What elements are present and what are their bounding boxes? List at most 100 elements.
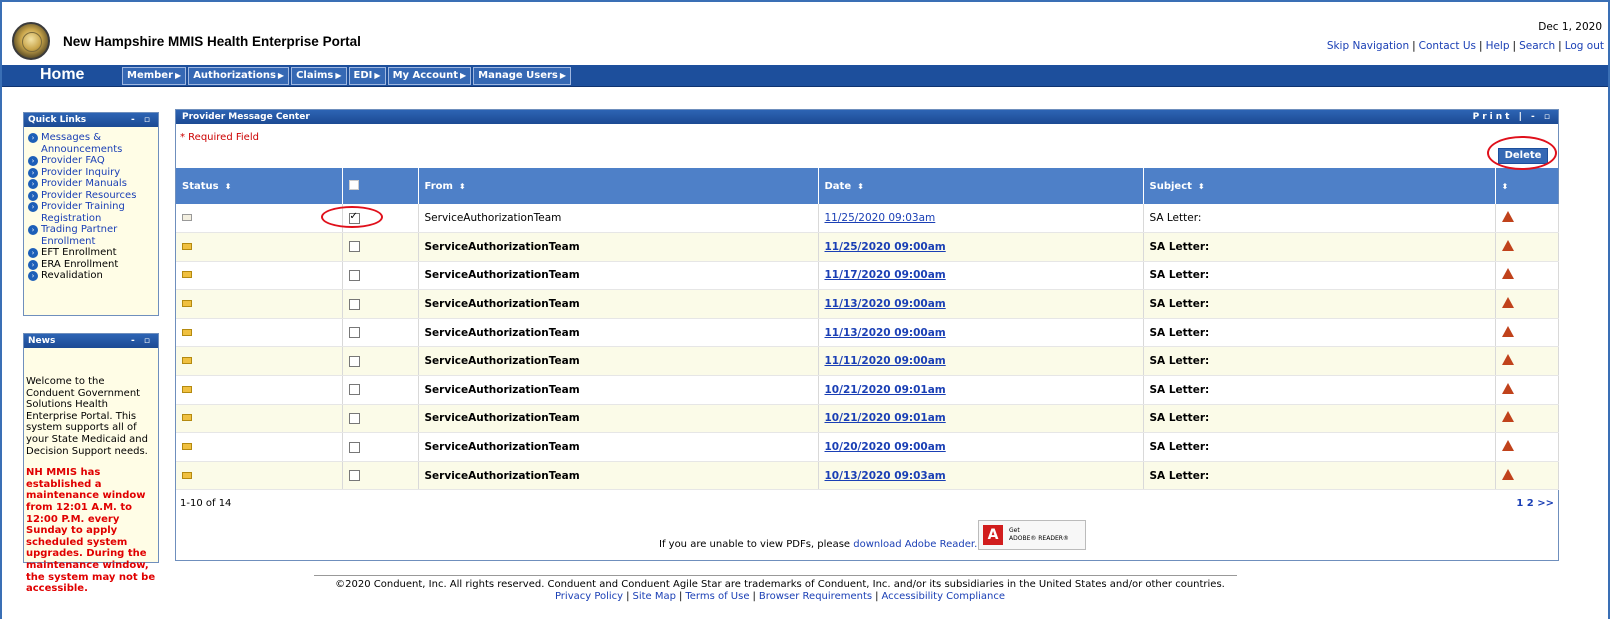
status-cell xyxy=(176,261,343,291)
accessibility-compliance-link[interactable]: Accessibility Compliance xyxy=(881,591,1005,602)
table-row[interactable]: ServiceAuthorizationTeam 10/21/2020 09:01… xyxy=(176,404,1559,434)
quick-link-provider-inquiry[interactable]: › Provider Inquiry xyxy=(28,167,156,179)
contact-us-link[interactable]: Contact Us xyxy=(1419,40,1476,52)
quick-link-provider-resources[interactable]: › Provider Resources xyxy=(28,190,156,202)
table-row[interactable]: ServiceAuthorizationTeam 11/13/2020 09:00… xyxy=(176,318,1559,348)
annotation-circle-checkbox xyxy=(321,206,383,228)
date-cell: 11/11/2020 09:00am xyxy=(818,346,1144,377)
print-link[interactable]: Print | xyxy=(1473,112,1525,122)
message-date-link[interactable]: 10/21/2020 09:01am xyxy=(825,412,946,424)
message-date-link[interactable]: 11/25/2020 09:03am xyxy=(825,212,936,224)
table-row[interactable]: ServiceAuthorizationTeam 11/17/2020 09:00… xyxy=(176,261,1559,291)
panel-controls-icon[interactable]: - ▫ xyxy=(131,113,153,127)
subject-column-header[interactable]: Subject ⬍ xyxy=(1143,168,1496,204)
message-date-link[interactable]: 10/13/2020 09:03am xyxy=(825,470,946,482)
nav-edi[interactable]: EDI ▶ xyxy=(348,67,386,85)
print-control[interactable]: Print | - ▫ xyxy=(1473,110,1553,124)
table-row[interactable]: ServiceAuthorizationTeam 10/21/2020 09:01… xyxy=(176,375,1559,405)
message-checkbox[interactable] xyxy=(348,384,360,396)
message-checkbox[interactable] xyxy=(348,470,360,482)
arrow-bullet-icon: › xyxy=(28,167,38,178)
message-checkbox[interactable] xyxy=(348,355,360,367)
table-row[interactable]: ServiceAuthorizationTeam 11/11/2020 09:00… xyxy=(176,346,1559,377)
sort-icon[interactable]: ⬍ xyxy=(225,182,232,191)
select-cell xyxy=(342,232,419,262)
sort-icon[interactable]: ⬍ xyxy=(459,182,466,191)
from-cell: ServiceAuthorizationTeam xyxy=(418,289,819,319)
table-row[interactable]: ServiceAuthorizationTeam 10/20/2020 09:00… xyxy=(176,432,1559,462)
from-cell: ServiceAuthorizationTeam xyxy=(418,346,819,377)
quick-link-provider-faq[interactable]: › Provider FAQ xyxy=(28,155,156,167)
message-date-link[interactable]: 11/13/2020 09:00am xyxy=(825,298,946,310)
table-row[interactable]: ServiceAuthorizationTeam 11/13/2020 09:00… xyxy=(176,289,1559,319)
nav-authorizations[interactable]: Authorizations ▶ xyxy=(188,67,290,85)
table-row[interactable]: ServiceAuthorizationTeam 11/25/2020 09:03… xyxy=(176,204,1559,234)
nav-member[interactable]: Member ▶ xyxy=(122,67,187,85)
message-date-link[interactable]: 11/25/2020 09:00am xyxy=(825,241,946,253)
table-row[interactable]: ServiceAuthorizationTeam 11/25/2020 09:00… xyxy=(176,232,1559,262)
message-checkbox[interactable] xyxy=(348,441,360,453)
message-checkbox[interactable] xyxy=(348,241,360,253)
arrow-bullet-icon: › xyxy=(28,190,38,201)
nav-my-account[interactable]: My Account ▶ xyxy=(387,67,472,85)
envelope-icon xyxy=(182,357,192,365)
priority-column-header[interactable]: ⬍ xyxy=(1495,168,1558,204)
pagination-links[interactable]: 1 2 >> xyxy=(1516,498,1554,509)
quick-link-revalidation[interactable]: › Revalidation xyxy=(28,270,156,282)
table-row[interactable]: ServiceAuthorizationTeam 10/13/2020 09:03… xyxy=(176,461,1559,491)
select-all-checkbox[interactable] xyxy=(348,179,359,190)
select-cell xyxy=(342,432,419,462)
help-link[interactable]: Help xyxy=(1486,40,1510,52)
download-adobe-link[interactable]: download Adobe Reader. xyxy=(853,539,977,550)
quick-link-label: Revalidation xyxy=(41,270,103,281)
status-column-header[interactable]: Status ⬍ xyxy=(176,168,343,204)
status-cell xyxy=(176,404,343,434)
quick-link-messages[interactable]: › Messages & Announcements xyxy=(28,132,156,155)
message-checkbox[interactable] xyxy=(348,327,360,339)
from-cell: ServiceAuthorizationTeam xyxy=(418,232,819,262)
quick-link-eft-enrollment[interactable]: › EFT Enrollment xyxy=(28,247,156,259)
envelope-open-icon xyxy=(182,214,192,222)
message-date-link[interactable]: 11/17/2020 09:00am xyxy=(825,269,946,281)
get-adobe-reader-badge[interactable]: A Get ADOBE® READER® xyxy=(978,520,1086,550)
from-cell: ServiceAuthorizationTeam xyxy=(418,204,819,234)
privacy-policy-link[interactable]: Privacy Policy xyxy=(555,591,623,602)
message-date-link[interactable]: 11/13/2020 09:00am xyxy=(825,327,946,339)
message-checkbox[interactable] xyxy=(348,269,360,281)
pdf-note: If you are unable to view PDFs, please d… xyxy=(659,539,977,550)
sort-icon[interactable]: ⬍ xyxy=(857,182,864,191)
subject-cell: SA Letter: xyxy=(1143,318,1496,348)
message-date-link[interactable]: 11/11/2020 09:00am xyxy=(825,355,946,367)
priority-cell xyxy=(1495,461,1559,491)
menu-arrow-icon: ▶ xyxy=(374,71,381,80)
arrow-bullet-icon: › xyxy=(28,271,38,281)
current-date: Dec 1, 2020 xyxy=(1538,21,1602,33)
panel-controls-icon[interactable]: - ▫ xyxy=(131,334,153,348)
site-map-link[interactable]: Site Map xyxy=(632,591,675,602)
arrow-bullet-icon: › xyxy=(28,259,38,270)
message-checkbox[interactable] xyxy=(348,412,360,424)
message-date-link[interactable]: 10/21/2020 09:01am xyxy=(825,384,946,396)
logout-link[interactable]: Log out xyxy=(1565,40,1604,52)
sort-icon[interactable]: ⬍ xyxy=(1502,182,1509,191)
message-center-header: Provider Message Center Print | - ▫ xyxy=(176,110,1558,124)
quick-links-title: Quick Links xyxy=(28,115,87,125)
search-link[interactable]: Search xyxy=(1519,40,1555,52)
terms-of-use-link[interactable]: Terms of Use xyxy=(685,591,749,602)
envelope-icon xyxy=(182,385,192,393)
message-checkbox[interactable] xyxy=(348,298,360,310)
from-column-header[interactable]: From ⬍ xyxy=(418,168,819,204)
date-column-header[interactable]: Date ⬍ xyxy=(818,168,1144,204)
browser-requirements-link[interactable]: Browser Requirements xyxy=(759,591,872,602)
nav-manage-users[interactable]: Manage Users ▶ xyxy=(473,67,572,85)
skip-navigation-link[interactable]: Skip Navigation xyxy=(1327,40,1409,52)
quick-link-provider-manuals[interactable]: › Provider Manuals xyxy=(28,178,156,190)
sort-icon[interactable]: ⬍ xyxy=(1198,182,1205,191)
subject-cell: SA Letter: xyxy=(1143,404,1496,434)
home-link[interactable]: Home xyxy=(40,66,84,84)
quick-link-trading-partner[interactable]: › Trading Partner Enrollment xyxy=(28,224,156,247)
quick-link-provider-training[interactable]: › Provider Training Registration xyxy=(28,201,156,224)
message-date-link[interactable]: 10/20/2020 09:00am xyxy=(825,441,946,453)
nav-claims[interactable]: Claims ▶ xyxy=(291,67,347,85)
quick-link-era-enrollment[interactable]: › ERA Enrollment xyxy=(28,259,156,271)
